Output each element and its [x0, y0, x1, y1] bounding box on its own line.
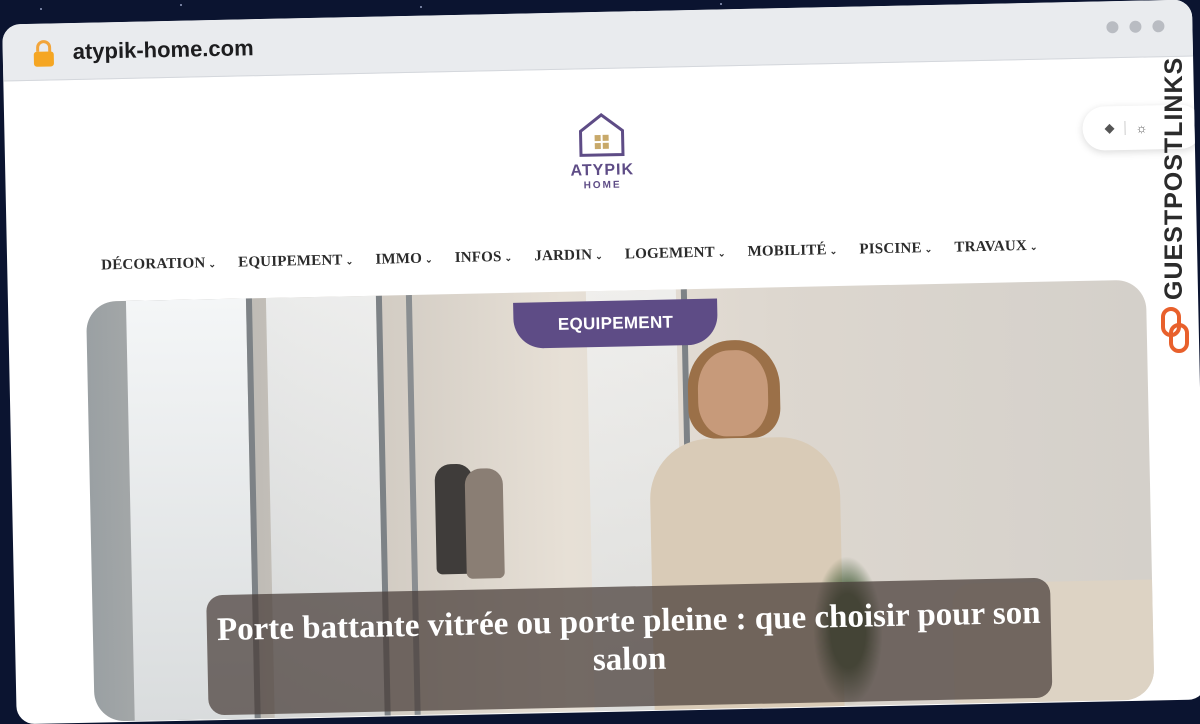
url-text[interactable]: atypik-home.com: [72, 35, 253, 65]
star: [720, 3, 722, 5]
nav-label: IMMO: [375, 250, 423, 268]
chain-link-icon: [1160, 306, 1190, 359]
main-nav: DÉCORATION ⌄ EQUIPEMENT ⌄ IMMO ⌄ INFOS ⌄ JAR…: [101, 237, 1060, 274]
category-badge[interactable]: EQUIPEMENT: [513, 298, 718, 349]
chevron-down-icon: ⌄: [504, 252, 513, 263]
nav-label: DÉCORATION: [101, 255, 206, 274]
nav-item-piscine[interactable]: PISCINE ⌄: [859, 240, 932, 259]
window-controls: [1106, 20, 1165, 34]
toggle-divider: [1124, 120, 1126, 135]
lock-icon: [30, 39, 57, 73]
star: [40, 8, 42, 10]
logo-name: ATYPIK: [570, 161, 635, 180]
chevron-down-icon: ⌄: [717, 248, 726, 259]
window-dot[interactable]: [1152, 20, 1165, 33]
nav-label: MOBILITÉ: [747, 242, 827, 260]
nav-label: JARDIN: [534, 247, 593, 265]
star: [180, 4, 182, 6]
browser-window: atypik-home.com ATYPIK HOME ◆ ☼ DÉCORATI…: [2, 0, 1200, 724]
nav-item-equipement[interactable]: EQUIPEMENT ⌄: [238, 252, 354, 271]
window-dot[interactable]: [1129, 20, 1142, 33]
nav-item-logement[interactable]: LOGEMENT ⌄: [625, 244, 726, 263]
chevron-down-icon: ⌄: [924, 244, 933, 255]
diamond-icon[interactable]: ◆: [1104, 120, 1114, 136]
nav-label: PISCINE: [859, 240, 922, 258]
nav-item-immo[interactable]: IMMO ⌄: [375, 250, 433, 268]
chevron-down-icon: ⌄: [595, 250, 604, 262]
nav-item-decoration[interactable]: DÉCORATION ⌄: [101, 255, 216, 274]
sun-icon[interactable]: ☼: [1135, 120, 1147, 135]
coat-hanging: [464, 468, 505, 579]
site-logo[interactable]: ATYPIK HOME: [566, 110, 638, 191]
window-dot[interactable]: [1106, 21, 1119, 34]
nav-item-infos[interactable]: INFOS ⌄: [455, 249, 513, 267]
house-icon: [577, 113, 627, 161]
nav-label: TRAVAUX: [954, 238, 1028, 256]
article-title[interactable]: Porte battante vitrée ou porte pleine : …: [206, 577, 1053, 716]
nav-label: EQUIPEMENT: [237, 252, 343, 271]
nav-label: LOGEMENT: [624, 244, 716, 263]
chevron-down-icon: ⌄: [345, 256, 354, 267]
web-page: ATYPIK HOME ◆ ☼ DÉCORATION ⌄ EQUIPEMENT ⌄ …: [3, 57, 1200, 722]
star: [420, 6, 422, 8]
chevron-down-icon: ⌄: [829, 246, 838, 257]
woman-face: [697, 349, 769, 437]
nav-item-jardin[interactable]: JARDIN ⌄: [534, 247, 603, 265]
chevron-down-icon: ⌄: [1029, 241, 1038, 252]
nav-item-mobilite[interactable]: MOBILITÉ ⌄: [747, 242, 837, 261]
brand-text: GUESTPOSTLINKS: [1160, 56, 1188, 300]
chevron-down-icon: ⌄: [208, 259, 217, 270]
side-brand: GUESTPOSTLINKS: [1154, 56, 1194, 360]
nav-label: INFOS: [454, 249, 502, 267]
nav-item-travaux[interactable]: TRAVAUX ⌄: [954, 238, 1038, 257]
logo-sub: HOME: [583, 179, 622, 192]
chevron-down-icon: ⌄: [424, 254, 433, 265]
